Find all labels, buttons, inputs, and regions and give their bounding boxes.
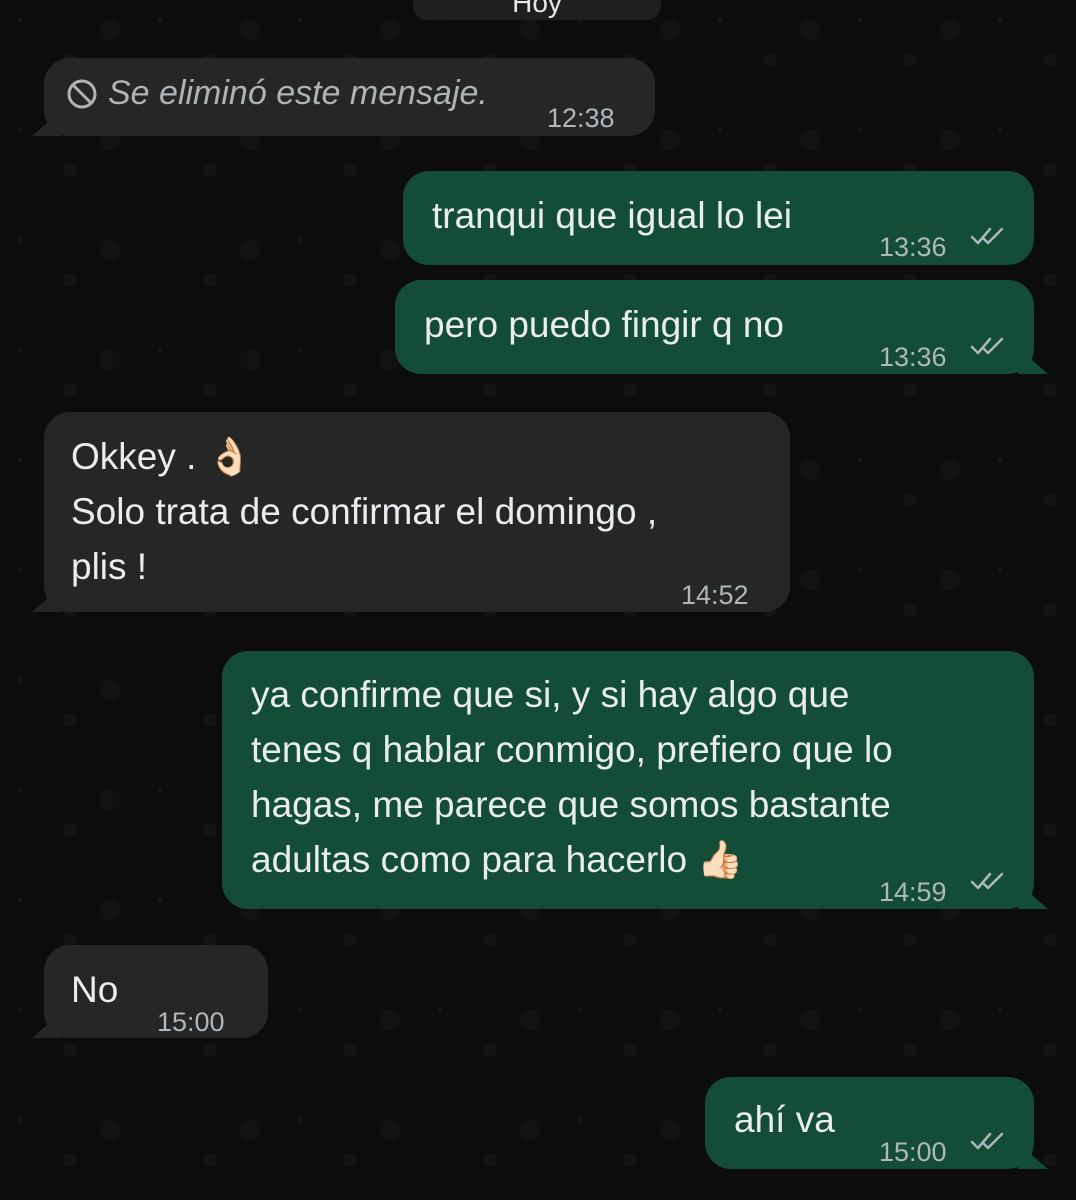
message-bubble-outgoing[interactable]: ahí va 15:00 <box>705 1077 1034 1169</box>
message-text: tranqui que igual lo lei <box>432 195 792 236</box>
message-text-line: ya confirme que si, y si hay algo que <box>251 674 850 715</box>
message-text-line: Okkey . 👌🏻 <box>71 436 253 477</box>
message-text-line: Solo trata de confirmar el domingo , <box>71 491 658 532</box>
deleted-message-icon <box>67 79 97 109</box>
message-bubble-incoming-deleted[interactable]: Se eliminó este mensaje. 12:38 <box>44 58 655 136</box>
message-text: ahí va <box>734 1099 835 1140</box>
date-separator: Hoy <box>413 0 661 20</box>
read-receipt-icon <box>970 1132 1004 1150</box>
message-text-line: hagas, me parece que somos bastante <box>251 784 891 825</box>
message-text-line: tenes q hablar conmigo, prefiero que lo <box>251 729 893 770</box>
message-bubble-outgoing[interactable]: tranqui que igual lo lei 13:36 <box>403 171 1034 265</box>
read-receipt-icon <box>970 227 1004 245</box>
message-text-line: plis ! <box>71 546 148 587</box>
message-text: pero puedo fingir q no <box>424 304 784 345</box>
message-bubble-outgoing[interactable]: ya confirme que si, y si hay algo que te… <box>222 651 1034 909</box>
message-text-line: adultas como para hacerlo 👍🏻 <box>251 839 744 880</box>
message-time: 15:00 <box>157 1007 225 1037</box>
read-receipt-icon <box>970 872 1004 890</box>
message-bubble-incoming[interactable]: Okkey . 👌🏻 Solo trata de confirmar el do… <box>44 412 790 612</box>
message-time: 13:36 <box>879 342 947 372</box>
read-receipt-icon <box>970 337 1004 355</box>
message-time: 13:36 <box>879 232 947 262</box>
message-text: No <box>71 969 119 1010</box>
message-text: Se eliminó este mensaje. <box>108 74 488 112</box>
date-label: Hoy <box>512 0 562 18</box>
message-time: 12:38 <box>547 103 615 133</box>
message-bubble-incoming[interactable]: No 15:00 <box>44 945 268 1038</box>
message-time: 14:52 <box>681 580 749 610</box>
message-time: 15:00 <box>879 1137 947 1167</box>
message-time: 14:59 <box>879 877 947 907</box>
message-bubble-outgoing[interactable]: pero puedo fingir q no 13:36 <box>395 280 1034 374</box>
